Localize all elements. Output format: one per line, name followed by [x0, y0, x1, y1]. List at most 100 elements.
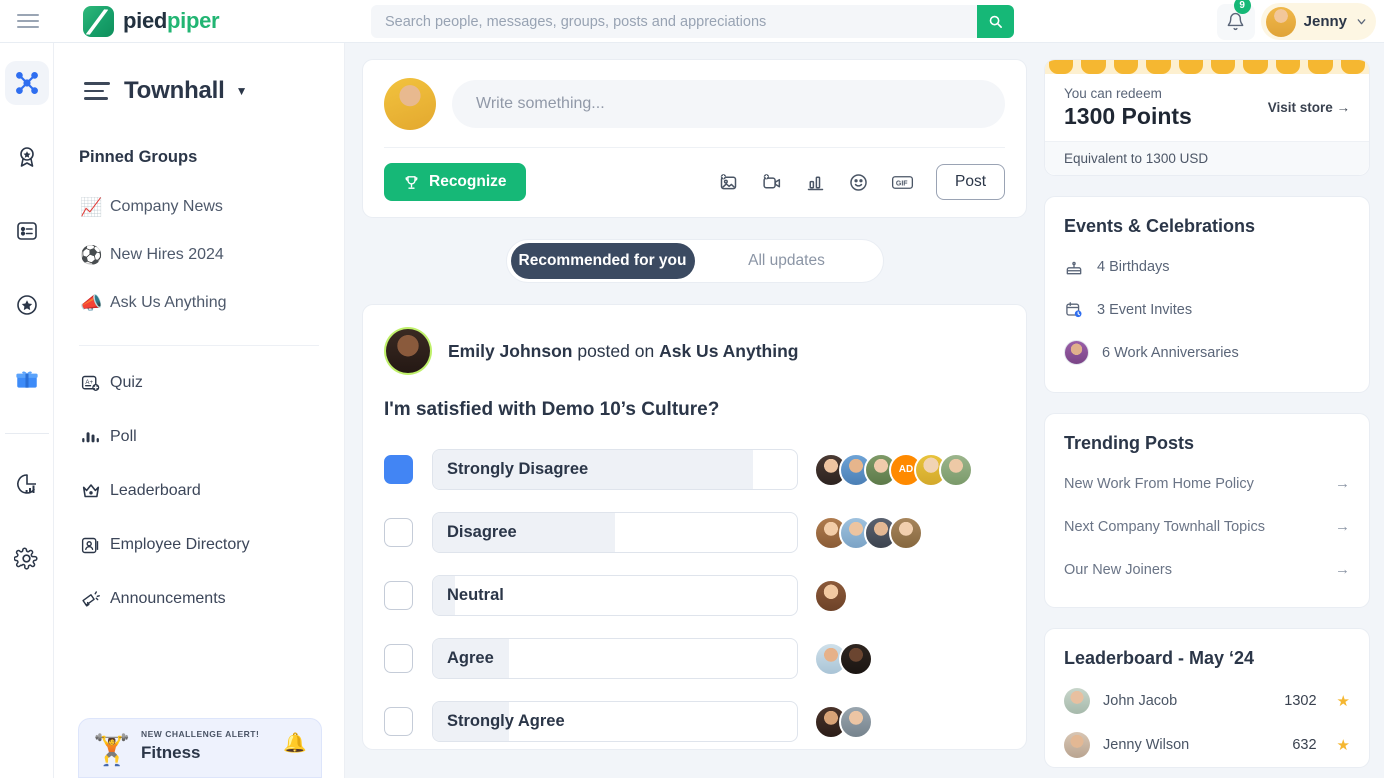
event-item-invites[interactable]: 3 Event Invites	[1045, 288, 1369, 331]
nav-item-announcements[interactable]: Announcements	[54, 572, 344, 626]
notifications-button[interactable]: 9	[1216, 0, 1255, 40]
star-icon: ★	[1336, 737, 1350, 754]
avatar[interactable]	[839, 641, 873, 676]
rail-item-awards[interactable]	[5, 135, 49, 179]
gif-icon[interactable]: GIF	[891, 173, 914, 192]
challenge-card[interactable]: 🏋️ NEW CHALLENGE ALERT! Fitness 🔔	[78, 718, 322, 778]
poll-option-bar[interactable]: Strongly Disagree	[432, 449, 798, 490]
megaphone-icon: 📣	[80, 292, 103, 313]
bell-emoji-icon: 🔔	[283, 733, 307, 754]
emoji-icon[interactable]	[848, 172, 869, 193]
feed-column: Recognize	[345, 43, 1044, 778]
poll-option-bar[interactable]: Neutral	[432, 575, 798, 616]
top-bar-right: 9 Jenny	[1216, 0, 1376, 40]
rail-item-favorites[interactable]	[5, 283, 49, 327]
group-item-company-news[interactable]: 📈 Company News	[54, 183, 344, 231]
feed-tab-switcher: Recommended for you All updates	[505, 239, 884, 283]
search-button[interactable]	[977, 5, 1014, 38]
event-label: 4 Birthdays	[1097, 258, 1170, 275]
trophy-icon	[405, 175, 418, 189]
post-group[interactable]: Ask Us Anything	[659, 341, 798, 361]
visit-store-link[interactable]: Visit store →	[1268, 100, 1350, 115]
svg-text:GIF: GIF	[896, 180, 908, 187]
poll-checkbox[interactable]	[384, 707, 413, 736]
leaderboard-name: Jenny Wilson	[1103, 737, 1190, 753]
workspace-selector[interactable]: Townhall ▼	[54, 77, 344, 105]
poll-option-bar[interactable]: Agree	[432, 638, 798, 679]
brand-logo[interactable]: piedpiper	[83, 5, 220, 37]
rail-item-analytics[interactable]	[5, 462, 49, 506]
poll-option-bar[interactable]: Strongly Agree	[432, 701, 798, 742]
poll-icon	[80, 427, 110, 448]
trending-title: Trending Posts	[1064, 433, 1195, 453]
post-author[interactable]: Emily Johnson	[448, 341, 572, 361]
poll-option-label: Strongly Disagree	[447, 460, 589, 478]
rail-item-rewards[interactable]	[5, 357, 49, 401]
points-body: You can redeem 1300 Points Visit store →	[1045, 74, 1369, 141]
trending-label: Our New Joiners	[1064, 561, 1172, 578]
add-image-icon[interactable]	[718, 172, 739, 193]
announcement-megaphone-icon	[80, 589, 110, 610]
poll-voters	[814, 578, 848, 613]
add-poll-icon[interactable]	[805, 172, 826, 193]
avatar-icon	[1064, 340, 1089, 365]
panel-divider	[79, 345, 319, 346]
nav-item-poll[interactable]: Poll	[54, 410, 344, 464]
leaderboard-row[interactable]: John Jacob 1302 ★	[1045, 679, 1369, 723]
events-list: 4 Birthdays 3 Event Invites 6 Work Anniv…	[1045, 237, 1369, 392]
event-label: 3 Event Invites	[1097, 301, 1193, 318]
tab-recommended[interactable]: Recommended for you	[510, 243, 695, 279]
rail-item-surveys[interactable]	[5, 209, 49, 253]
nav-label: Quiz	[110, 374, 143, 391]
avatar[interactable]	[386, 329, 430, 373]
trending-posts-card: Trending Posts New Work From Home Policy…	[1044, 413, 1370, 608]
group-item-new-hires[interactable]: ⚽ New Hires 2024	[54, 231, 344, 279]
tab-all-updates[interactable]: All updates	[695, 243, 879, 279]
nav-item-quiz[interactable]: A+ Quiz	[54, 356, 344, 410]
right-column: You can redeem 1300 Points Visit store →…	[1044, 43, 1384, 778]
composer-input[interactable]	[452, 80, 1005, 128]
trending-item-joiners[interactable]: Our New Joiners →	[1045, 548, 1369, 591]
post-meta: Emily Johnson posted on Ask Us Anything	[448, 341, 798, 362]
avatar[interactable]	[839, 704, 873, 739]
composer-icon-actions: GIF Post	[718, 164, 1005, 200]
star-circle-icon	[16, 295, 37, 315]
brand-text-part1: pied	[123, 8, 168, 33]
avatar[interactable]	[814, 578, 848, 613]
trending-item-wfh[interactable]: New Work From Home Policy →	[1045, 462, 1369, 505]
poll-checkbox[interactable]	[384, 644, 413, 673]
analytics-icon	[16, 474, 36, 494]
rail-item-settings[interactable]	[5, 536, 49, 580]
recognize-button[interactable]: Recognize	[384, 163, 526, 201]
poll-option-bar[interactable]: Disagree	[432, 512, 798, 553]
leaderboard-row[interactable]: Jenny Wilson 632 ★	[1045, 723, 1369, 767]
add-video-icon[interactable]	[761, 172, 783, 193]
avatar[interactable]	[889, 515, 923, 550]
event-item-birthdays[interactable]: 4 Birthdays	[1045, 245, 1369, 288]
poll-checkbox[interactable]	[384, 455, 413, 484]
leaderboard-points: 632	[1292, 737, 1317, 753]
brand-text-part2: piper	[167, 8, 220, 33]
search-input[interactable]	[371, 5, 977, 38]
poll-checkbox[interactable]	[384, 518, 413, 547]
points-equivalent: Equivalent to 1300 USD	[1045, 141, 1369, 175]
survey-list-icon	[16, 222, 37, 240]
rail-item-network[interactable]	[4, 61, 49, 105]
network-icon	[15, 72, 38, 94]
nav-item-employee-directory[interactable]: Employee Directory	[54, 518, 344, 572]
trending-item-townhall[interactable]: Next Company Townhall Topics →	[1045, 505, 1369, 548]
post-button[interactable]: Post	[935, 164, 1005, 200]
event-item-anniversaries[interactable]: 6 Work Anniversaries	[1045, 331, 1369, 374]
user-menu[interactable]: Jenny	[1260, 3, 1376, 40]
hamburger-icon[interactable]	[17, 10, 39, 32]
arrow-right-icon: →	[1335, 561, 1350, 578]
recognize-label: Recognize	[429, 173, 507, 190]
nav-item-leaderboard[interactable]: Leaderboard	[54, 464, 344, 518]
avatar[interactable]	[939, 452, 973, 487]
poll-checkbox[interactable]	[384, 581, 413, 610]
poll-voters	[814, 704, 873, 739]
group-item-ask-us-anything[interactable]: 📣 Ask Us Anything	[54, 279, 344, 327]
leaderboard-list: John Jacob 1302 ★ Jenny Wilson 632 ★	[1045, 669, 1369, 767]
redeem-text: You can redeem	[1064, 86, 1162, 101]
poll-option-agree: Agree	[384, 638, 1005, 679]
